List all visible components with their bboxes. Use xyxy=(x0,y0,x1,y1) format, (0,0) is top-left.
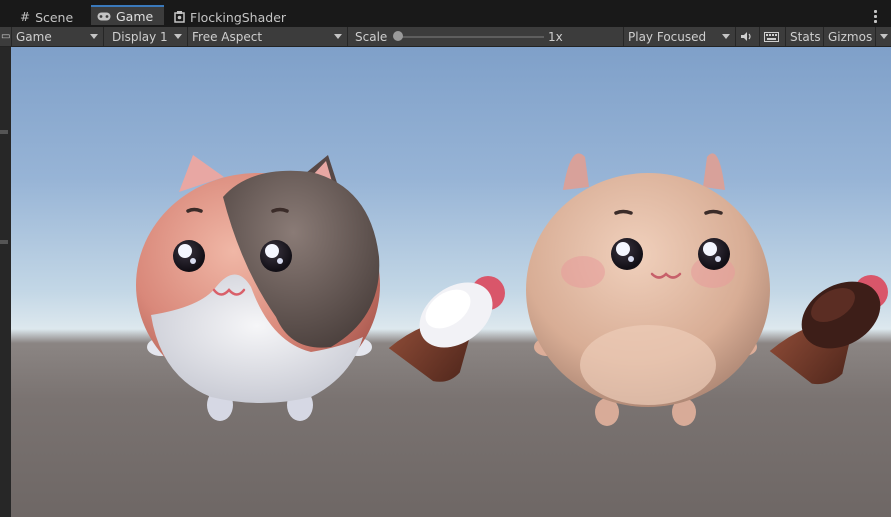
view-mode-label: Game xyxy=(16,29,52,44)
cupcake-chocolate xyxy=(769,275,888,385)
chevron-down-icon xyxy=(174,34,182,39)
scale-slider-handle[interactable] xyxy=(393,31,403,41)
more-options-icon[interactable] xyxy=(874,10,877,25)
gamepad-icon xyxy=(97,12,111,21)
shader-icon xyxy=(174,11,185,23)
speaker-icon xyxy=(740,31,753,42)
cupcake-white xyxy=(388,276,505,382)
grid-icon: # xyxy=(20,10,31,24)
tab-flockingshader-label: FlockingShader xyxy=(190,9,287,25)
tab-game-label: Game xyxy=(116,8,154,24)
stats-button[interactable]: Stats xyxy=(786,27,824,46)
chevron-down-icon xyxy=(880,34,888,39)
aspect-dropdown[interactable]: Free Aspect xyxy=(188,27,348,46)
calico-cat-character xyxy=(136,155,380,421)
left-panel-edge xyxy=(0,47,11,517)
scale-slider-track[interactable] xyxy=(396,36,544,38)
play-mode-label: Play Focused xyxy=(628,29,707,44)
chevron-down-icon xyxy=(722,34,730,39)
copy-icon: ▭ xyxy=(1,31,11,42)
view-mode-dropdown[interactable]: ▭ xyxy=(0,27,12,46)
hamster-character xyxy=(526,153,770,426)
game-viewport[interactable] xyxy=(11,47,891,517)
game-view-dropdown[interactable]: Game xyxy=(12,27,104,46)
scene-render xyxy=(136,153,888,426)
gizmos-button[interactable]: Gizmos xyxy=(824,27,876,46)
chevron-down-icon xyxy=(90,34,98,39)
scale-label: Scale xyxy=(355,29,388,44)
tab-flockingshader[interactable]: FlockingShader xyxy=(168,7,292,27)
aspect-label: Free Aspect xyxy=(192,29,263,44)
gizmos-label: Gizmos xyxy=(828,29,873,44)
scale-value: 1x xyxy=(544,27,624,46)
play-mode-dropdown[interactable]: Play Focused xyxy=(624,27,736,46)
keyboard-icon xyxy=(764,31,779,42)
gizmos-dropdown[interactable] xyxy=(876,27,891,46)
keyboard-shortcuts-button[interactable] xyxy=(760,27,786,46)
tab-scene-label: Scene xyxy=(35,9,74,25)
chevron-down-icon xyxy=(334,34,342,39)
display-dropdown[interactable]: Display 1 xyxy=(108,27,188,46)
mute-audio-button[interactable] xyxy=(736,27,760,46)
tab-bar: # Scene Game FlockingShader xyxy=(0,0,891,27)
display-label: Display 1 xyxy=(112,29,168,44)
tab-game[interactable]: Game xyxy=(91,5,164,25)
tab-scene[interactable]: # Scene xyxy=(14,7,79,27)
